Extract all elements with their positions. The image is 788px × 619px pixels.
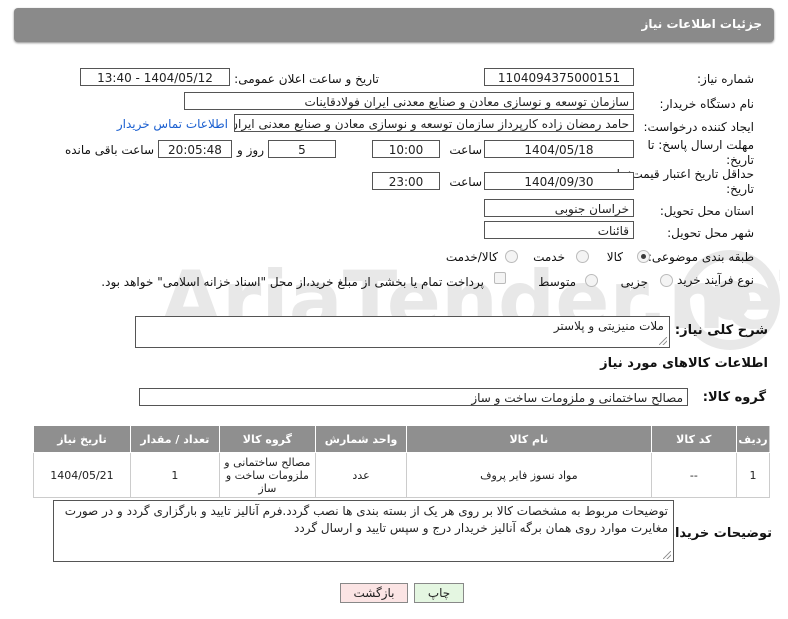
deadline-date-field: 1404/05/18 xyxy=(484,140,634,158)
table-row: 1 -- مواد نسوز فایر پروف عدد مصالح ساختم… xyxy=(33,452,770,498)
process-minor-radio[interactable] xyxy=(660,274,673,287)
resize-grip-icon[interactable] xyxy=(659,337,667,345)
goods-group-field: مصالح ساختمانی و ملزومات ساخت و ساز xyxy=(139,388,688,406)
col-date: تاریخ نیاز xyxy=(33,425,131,453)
buyer-notes-value: توضیحات مربوط به مشخصات کالا بر روی هر ی… xyxy=(64,504,668,535)
treasury-note: پرداخت تمام یا بخشی از مبلغ خرید،از محل … xyxy=(101,275,484,289)
category-service-label: خدمت xyxy=(533,250,565,264)
price-date-field: 1404/09/30 xyxy=(484,172,634,190)
contact-buyer-link[interactable]: اطلاعات تماس خریدار xyxy=(117,117,228,131)
province-field: خراسان جنوبی xyxy=(484,199,634,217)
description-value: ملات منیزیتی و پلاستر xyxy=(553,319,664,333)
need-number-field: 1104094375000151 xyxy=(484,68,634,86)
announce-field: 1404/05/12 - 13:40 xyxy=(80,68,230,86)
goods-group-label: گروه کالا: xyxy=(702,390,766,405)
col-code: کد کالا xyxy=(650,425,738,453)
page-header: جزئیات اطلاعات نیاز xyxy=(14,8,774,42)
cell-group: مصالح ساختمانی و ملزومات ساخت و ساز xyxy=(218,452,316,498)
category-both-label: کالا/خدمت xyxy=(445,250,498,264)
description-label: شرح کلی نیاز: xyxy=(674,323,768,338)
description-textarea[interactable]: ملات منیزیتی و پلاستر xyxy=(135,316,670,348)
cell-unit: عدد xyxy=(314,452,408,498)
category-service-radio[interactable] xyxy=(576,250,589,263)
resize-grip-icon[interactable] xyxy=(663,551,671,559)
category-both-radio[interactable] xyxy=(505,250,518,263)
col-unit: واحد شمارش xyxy=(314,425,408,453)
requester-field: حامد رمضان زاده کارپرداز سازمان توسعه و … xyxy=(234,114,634,132)
requester-label: ایجاد کننده درخواست: xyxy=(643,120,754,134)
items-table: ردیف کد کالا نام کالا واحد شمارش گروه کا… xyxy=(33,425,770,498)
contact-buyer-link-text[interactable]: اطلاعات تماس خریدار xyxy=(117,117,228,131)
cell-code: -- xyxy=(650,452,738,498)
remaining-time-field: 20:05:48 xyxy=(158,140,232,158)
price-time-field: 23:00 xyxy=(372,172,440,190)
back-button[interactable]: بازگشت xyxy=(340,583,408,603)
deadline-time-field: 10:00 xyxy=(372,140,440,158)
buyer-org-label: نام دستگاه خریدار: xyxy=(659,97,755,111)
page-title: جزئیات اطلاعات نیاز xyxy=(641,17,762,31)
treasury-checkbox[interactable] xyxy=(494,272,506,284)
cell-row: 1 xyxy=(736,452,770,498)
col-row: ردیف xyxy=(736,425,770,453)
cell-name: مواد نسوز فایر پروف xyxy=(406,452,652,498)
col-group: گروه کالا xyxy=(218,425,316,453)
process-minor-label: جزیی xyxy=(620,275,648,289)
buyer-notes-label: توضیحات خریدار: xyxy=(662,526,772,541)
print-button[interactable]: چاپ xyxy=(414,583,464,603)
items-table-header: ردیف کد کالا نام کالا واحد شمارش گروه کا… xyxy=(33,425,770,453)
category-label: طبقه بندی موضوعی: xyxy=(647,250,754,264)
city-label: شهر محل تحویل: xyxy=(667,226,754,240)
process-medium-radio[interactable] xyxy=(585,274,598,287)
deadline-label: مهلت ارسال پاسخ: تا تاریخ: xyxy=(647,138,754,167)
days-label: روز و xyxy=(237,143,264,157)
category-goods-radio[interactable] xyxy=(637,250,650,263)
days-field: 5 xyxy=(268,140,336,158)
price-time-label: ساعت xyxy=(449,175,482,189)
goods-info-title: اطلاعات کالاهای مورد نیاز xyxy=(600,356,768,371)
process-label: نوع فرآیند خرید : xyxy=(669,273,754,287)
need-number-label: شماره نیاز: xyxy=(697,72,754,86)
process-medium-label: متوسط xyxy=(538,275,576,289)
cell-qty: 1 xyxy=(129,452,220,498)
remaining-label: ساعت باقی مانده xyxy=(64,143,154,157)
col-qty: تعداد / مقدار xyxy=(129,425,220,453)
buyer-notes-textarea[interactable]: توضیحات مربوط به مشخصات کالا بر روی هر ی… xyxy=(53,500,674,562)
cell-date: 1404/05/21 xyxy=(33,452,131,498)
announce-label: تاریخ و ساعت اعلان عمومی: xyxy=(234,72,379,86)
deadline-time-label: ساعت xyxy=(449,143,482,157)
buyer-org-field: سازمان توسعه و نوسازی معادن و صنایع معدن… xyxy=(184,92,634,110)
col-name: نام کالا xyxy=(406,425,652,453)
province-label: استان محل تحویل: xyxy=(659,204,754,218)
category-goods-label: کالا xyxy=(606,250,623,264)
city-field: قائنات xyxy=(484,221,634,239)
